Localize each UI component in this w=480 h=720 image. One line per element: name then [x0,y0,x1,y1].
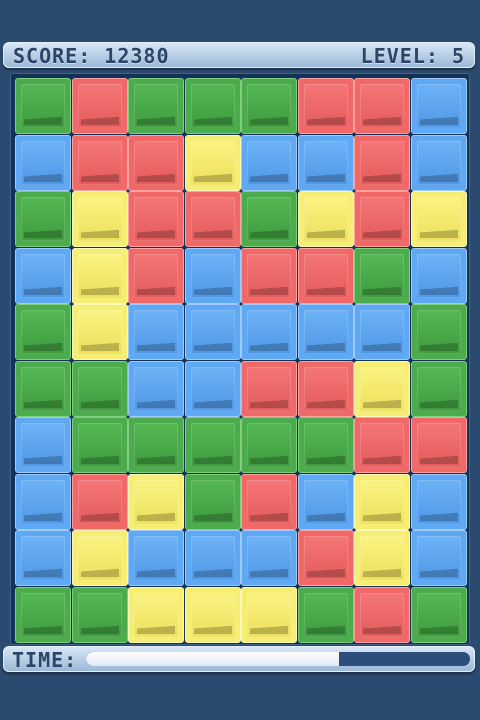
tile-green[interactable] [297,417,354,473]
tile-yellow[interactable] [354,360,410,417]
tile-blue[interactable] [410,473,467,530]
tile-green[interactable] [15,360,71,417]
tile-yellow[interactable] [241,586,297,643]
tile-blue[interactable] [410,134,467,191]
tile-blue[interactable] [410,78,467,134]
time-bar: TIME: [3,646,475,672]
tile-blue[interactable] [297,473,354,530]
tile-green[interactable] [410,304,467,360]
tile-green[interactable] [71,360,128,417]
tile-red[interactable] [297,530,354,586]
tile-yellow[interactable] [128,473,184,530]
score-display: SCORE: 12380 [13,44,170,68]
tile-green[interactable] [128,78,184,134]
tile-blue[interactable] [410,530,467,586]
tile-red[interactable] [297,247,354,304]
tile-blue[interactable] [128,304,184,360]
tile-red[interactable] [241,473,297,530]
tile-green[interactable] [184,473,241,530]
tile-yellow[interactable] [71,530,128,586]
tile-blue[interactable] [241,530,297,586]
tile-yellow[interactable] [128,586,184,643]
tile-green[interactable] [354,247,410,304]
tile-blue[interactable] [15,473,71,530]
tile-yellow[interactable] [297,191,354,247]
tile-yellow[interactable] [184,134,241,191]
tile-green[interactable] [410,360,467,417]
tile-red[interactable] [128,191,184,247]
tile-red[interactable] [354,134,410,191]
tile-yellow[interactable] [184,586,241,643]
tile-green[interactable] [184,78,241,134]
time-remaining-fill [86,652,340,666]
tile-red[interactable] [241,247,297,304]
tile-green[interactable] [184,417,241,473]
tile-yellow[interactable] [410,191,467,247]
tile-red[interactable] [241,360,297,417]
tile-blue[interactable] [297,304,354,360]
tile-green[interactable] [15,304,71,360]
tile-red[interactable] [128,134,184,191]
tile-green[interactable] [15,191,71,247]
tile-yellow[interactable] [71,191,128,247]
time-label: TIME: [12,648,78,672]
tile-yellow[interactable] [71,304,128,360]
tile-red[interactable] [184,191,241,247]
tile-green[interactable] [128,417,184,473]
tile-green[interactable] [297,586,354,643]
tile-red[interactable] [297,78,354,134]
tile-blue[interactable] [354,304,410,360]
tile-blue[interactable] [15,247,71,304]
tile-blue[interactable] [15,134,71,191]
game-board [10,73,470,645]
tile-blue[interactable] [128,360,184,417]
tile-blue[interactable] [184,360,241,417]
tile-blue[interactable] [184,304,241,360]
tile-blue[interactable] [128,530,184,586]
tile-red[interactable] [297,360,354,417]
tile-green[interactable] [241,191,297,247]
tile-red[interactable] [71,473,128,530]
tile-green[interactable] [15,586,71,643]
tile-red[interactable] [128,247,184,304]
tile-blue[interactable] [184,530,241,586]
tile-red[interactable] [354,586,410,643]
tile-blue[interactable] [15,530,71,586]
tile-blue[interactable] [241,304,297,360]
hud-bar: SCORE: 12380 LEVEL: 5 [3,42,475,68]
tile-blue[interactable] [410,247,467,304]
tile-red[interactable] [354,417,410,473]
tile-green[interactable] [15,78,71,134]
tile-yellow[interactable] [71,247,128,304]
tile-red[interactable] [71,134,128,191]
tile-blue[interactable] [15,417,71,473]
tile-green[interactable] [410,586,467,643]
tile-green[interactable] [71,586,128,643]
tile-yellow[interactable] [354,473,410,530]
tile-red[interactable] [410,417,467,473]
tile-green[interactable] [71,417,128,473]
tile-blue[interactable] [241,134,297,191]
tile-blue[interactable] [184,247,241,304]
level-display: LEVEL: 5 [360,44,465,68]
tile-red[interactable] [354,191,410,247]
time-track [86,652,470,666]
tile-blue[interactable] [297,134,354,191]
tile-green[interactable] [241,78,297,134]
tile-green[interactable] [241,417,297,473]
tile-red[interactable] [71,78,128,134]
tile-yellow[interactable] [354,530,410,586]
tile-red[interactable] [354,78,410,134]
